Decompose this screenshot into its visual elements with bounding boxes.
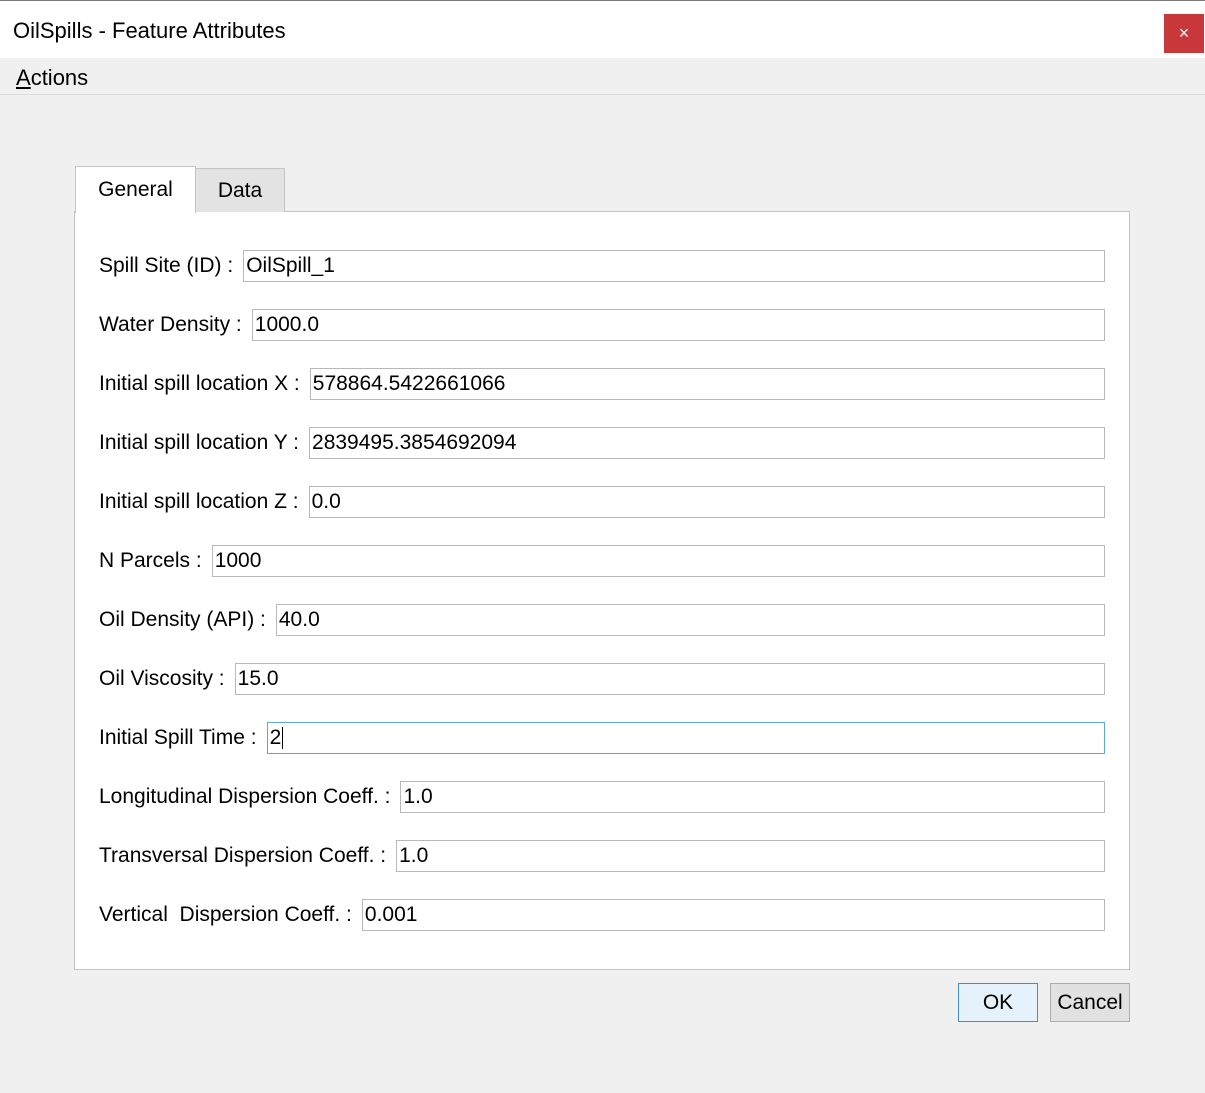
field-row-vertical-dispersion: Vertical Dispersion Coeff. : 0.001 (99, 899, 1105, 931)
field-row-location-x: Initial spill location X : 578864.542266… (99, 368, 1105, 400)
field-row-oil-viscosity: Oil Viscosity : 15.0 (99, 663, 1105, 695)
transversal-dispersion-input[interactable]: 1.0 (396, 840, 1105, 872)
location-z-label: Initial spill location Z : (99, 490, 299, 513)
location-y-label: Initial spill location Y : (99, 431, 300, 454)
field-row-transversal-dispersion: Transversal Dispersion Coeff. : 1.0 (99, 840, 1105, 872)
window-title: OilSpills - Feature Attributes (13, 18, 286, 43)
tab-general-label: General (98, 178, 173, 201)
oil-viscosity-input[interactable]: 15.0 (234, 663, 1105, 695)
location-z-input[interactable]: 0.0 (308, 486, 1105, 518)
menu-actions[interactable]: Actions (16, 65, 88, 91)
cancel-button[interactable]: Cancel (1050, 983, 1130, 1022)
oil-density-input[interactable]: 40.0 (275, 604, 1105, 636)
oil-density-label: Oil Density (API) : (99, 608, 266, 631)
menu-actions-accelerator: A (16, 65, 31, 90)
field-row-initial-spill-time: Initial Spill Time : 2 (99, 722, 1105, 754)
ok-button[interactable]: OK (958, 983, 1038, 1022)
water-density-label: Water Density : (99, 313, 242, 336)
field-row-n-parcels: N Parcels : 1000 (99, 545, 1105, 577)
vertical-dispersion-input[interactable]: 0.001 (361, 899, 1105, 931)
tab-data[interactable]: Data (195, 168, 285, 212)
transversal-dispersion-label: Transversal Dispersion Coeff. : (99, 844, 387, 867)
location-x-label: Initial spill location X : (99, 372, 300, 395)
spill-site-id-input[interactable]: OilSpill_1 (243, 250, 1105, 282)
tab-general[interactable]: General (75, 166, 196, 213)
location-y-input[interactable]: 2839495.3854692094 (309, 427, 1105, 459)
close-icon: × (1178, 23, 1190, 43)
vertical-dispersion-label: Vertical Dispersion Coeff. : (99, 903, 352, 926)
general-tab-panel: Spill Site (ID) : OilSpill_1 Water Densi… (74, 211, 1130, 970)
n-parcels-input[interactable]: 1000 (211, 545, 1105, 577)
location-x-input[interactable]: 578864.5422661066 (309, 368, 1105, 400)
longitudinal-dispersion-label: Longitudinal Dispersion Coeff. : (99, 785, 391, 808)
longitudinal-dispersion-input[interactable]: 1.0 (400, 781, 1105, 813)
spill-site-id-label: Spill Site (ID) : (99, 254, 234, 277)
field-row-longitudinal-dispersion: Longitudinal Dispersion Coeff. : 1.0 (99, 781, 1105, 813)
oil-viscosity-label: Oil Viscosity : (99, 667, 225, 690)
text-caret (282, 727, 284, 749)
close-button[interactable]: × (1164, 14, 1204, 53)
initial-spill-time-input[interactable]: 2 (266, 722, 1105, 754)
initial-spill-time-value: 2 (269, 726, 282, 749)
initial-spill-time-label: Initial Spill Time : (99, 726, 257, 749)
field-row-oil-density: Oil Density (API) : 40.0 (99, 604, 1105, 636)
menu-bar: Actions (0, 58, 1205, 95)
tab-data-label: Data (217, 178, 263, 202)
field-row-spill-site-id: Spill Site (ID) : OilSpill_1 (99, 250, 1105, 282)
menu-actions-label: ctions (30, 65, 89, 90)
field-row-location-z: Initial spill location Z : 0.0 (99, 486, 1105, 518)
field-row-location-y: Initial spill location Y : 2839495.38546… (99, 427, 1105, 459)
title-bar: OilSpills - Feature Attributes × (0, 0, 1205, 58)
field-row-water-density: Water Density : 1000.0 (99, 309, 1105, 341)
n-parcels-label: N Parcels : (99, 549, 202, 572)
water-density-input[interactable]: 1000.0 (251, 309, 1105, 341)
